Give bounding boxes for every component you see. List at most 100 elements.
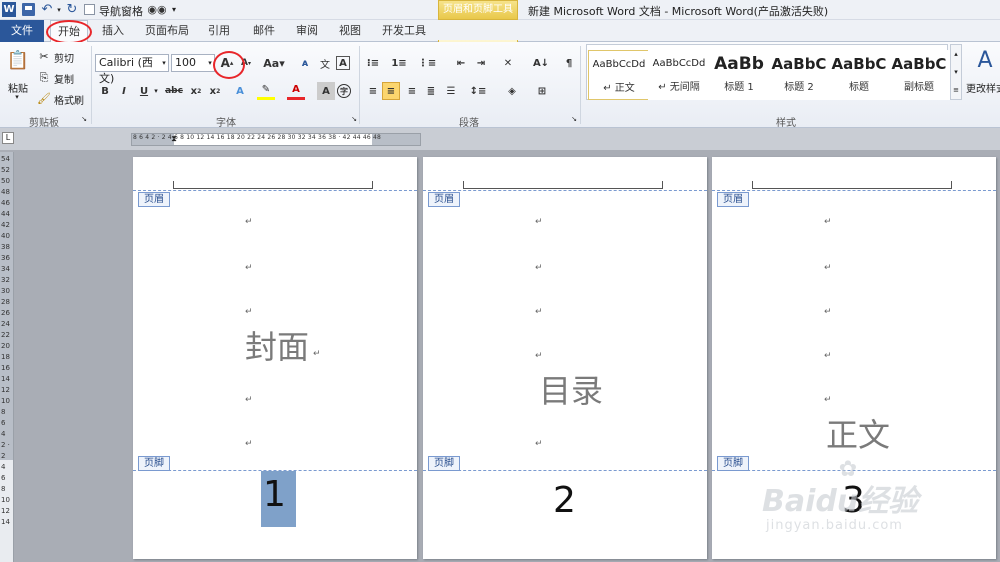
style-heading-2[interactable]: AaBbC 标题 2 bbox=[768, 50, 830, 100]
change-styles-icon[interactable]: A bbox=[972, 46, 998, 76]
copy-icon[interactable]: ⎘ bbox=[38, 71, 50, 83]
style-subtitle[interactable]: AaBbC 副标题 bbox=[888, 50, 950, 100]
tab-page-layout[interactable]: 页面布局 bbox=[145, 20, 189, 42]
undo-icon[interactable]: ↶ bbox=[40, 2, 54, 17]
style-normal[interactable]: AaBbCcDd ↵ 正文 bbox=[588, 50, 650, 100]
char-border-icon[interactable]: A bbox=[336, 56, 350, 70]
subscript-icon[interactable]: x2 bbox=[187, 82, 205, 100]
footer-tag[interactable]: 页脚 bbox=[428, 456, 460, 471]
undo-dropdown-icon[interactable]: ▾ bbox=[55, 3, 63, 17]
separator bbox=[580, 46, 581, 124]
line-spacing-icon[interactable]: ↕≡ bbox=[469, 82, 487, 100]
header-tag[interactable]: 页眉 bbox=[717, 192, 749, 207]
justify-icon[interactable]: ≣ bbox=[422, 82, 440, 100]
format-painter-icon[interactable]: 🖌 bbox=[37, 92, 51, 104]
tab-insert[interactable]: 插入 bbox=[102, 20, 124, 42]
footer-boundary bbox=[423, 470, 707, 471]
chinese-layout-icon[interactable]: ✕ bbox=[499, 54, 517, 72]
style-preview: AaBbC bbox=[771, 55, 827, 73]
shading-icon[interactable]: ◈ bbox=[503, 82, 521, 100]
paragraph-mark: ↵ bbox=[245, 217, 253, 227]
font-launcher-icon[interactable]: ↘ bbox=[350, 115, 358, 123]
cover-text[interactable]: 封面 bbox=[245, 331, 309, 363]
superscript-icon[interactable]: x2 bbox=[206, 82, 224, 100]
page-number[interactable]: 2 bbox=[553, 483, 576, 519]
footer-tag[interactable]: 页脚 bbox=[717, 456, 749, 471]
tab-file[interactable]: 文件 bbox=[0, 20, 44, 42]
text-effects-icon[interactable]: A bbox=[231, 82, 249, 100]
change-styles-label[interactable]: 更改样式 bbox=[966, 80, 1000, 95]
font-name-combo[interactable]: Calibri (西文) bbox=[95, 54, 169, 85]
align-left-icon[interactable]: ≡ bbox=[364, 82, 382, 100]
bold-icon[interactable]: B bbox=[96, 82, 114, 100]
increase-indent-icon[interactable]: ⇥ bbox=[472, 54, 490, 72]
word-app-icon[interactable]: W bbox=[2, 2, 16, 17]
tab-developer[interactable]: 开发工具 bbox=[382, 20, 426, 42]
font-name-dropdown-icon[interactable]: ▾ bbox=[160, 58, 168, 68]
header-line bbox=[752, 181, 952, 189]
format-painter-label[interactable]: 格式刷 bbox=[54, 92, 84, 107]
header-tag[interactable]: 页眉 bbox=[138, 192, 170, 207]
binoculars-icon[interactable]: ◉◉ bbox=[147, 2, 166, 17]
style-label: ↵ 无间隔 bbox=[658, 82, 700, 93]
nav-pane-checkbox[interactable] bbox=[84, 4, 95, 15]
paragraph-launcher-icon[interactable]: ↘ bbox=[570, 115, 578, 123]
style-preview: AaBbC bbox=[831, 55, 887, 73]
style-preview: AaBbC bbox=[891, 55, 947, 73]
borders-icon[interactable]: ⊞ bbox=[533, 82, 551, 100]
style-no-spacing[interactable]: AaBbCcDd ↵ 无间隔 bbox=[648, 50, 710, 100]
vertical-ruler[interactable]: 54 52 50 48 46 44 42 40 38 36 34 32 30 2… bbox=[0, 152, 14, 562]
tab-selector-icon[interactable]: L bbox=[2, 132, 14, 144]
tab-mailings[interactable]: 邮件 bbox=[253, 20, 275, 42]
style-label: 标题 bbox=[849, 82, 869, 93]
change-case-icon[interactable]: Aa▾ bbox=[262, 54, 286, 72]
page-number-selected[interactable]: 1 bbox=[261, 471, 296, 527]
header-line bbox=[173, 181, 373, 189]
phonetic-guide-icon[interactable]: 文 bbox=[316, 54, 334, 72]
header-tag[interactable]: 页眉 bbox=[428, 192, 460, 207]
underline-dropdown-icon[interactable]: ▾ bbox=[152, 86, 160, 96]
paste-icon[interactable]: 📋 bbox=[6, 46, 30, 76]
qat-customize-icon[interactable]: ▾ bbox=[170, 3, 178, 17]
paste-dropdown-icon[interactable]: ▾ bbox=[12, 92, 22, 102]
cut-label[interactable]: 剪切 bbox=[54, 50, 74, 65]
align-center-icon[interactable]: ≡ bbox=[382, 82, 400, 100]
copy-label[interactable]: 复制 bbox=[54, 71, 74, 86]
italic-icon[interactable]: I bbox=[115, 82, 133, 100]
multilevel-list-icon[interactable]: ⋮≡ bbox=[418, 54, 436, 72]
paragraph-mark: ↵ bbox=[824, 263, 832, 273]
tab-review[interactable]: 审阅 bbox=[296, 20, 318, 42]
font-color-icon[interactable]: A bbox=[287, 82, 305, 100]
show-marks-icon[interactable]: ¶ bbox=[560, 54, 578, 72]
distribute-icon[interactable]: ☰ bbox=[442, 82, 460, 100]
redo-icon[interactable]: ↻ bbox=[66, 2, 78, 17]
clipboard-launcher-icon[interactable]: ↘ bbox=[80, 115, 88, 123]
style-title[interactable]: AaBbC 标题 bbox=[828, 50, 890, 100]
decrease-indent-icon[interactable]: ⇤ bbox=[452, 54, 470, 72]
char-shading-icon[interactable]: A bbox=[317, 82, 335, 100]
enclose-char-icon[interactable]: 字 bbox=[337, 84, 351, 98]
sort-icon[interactable]: A↓ bbox=[532, 54, 550, 72]
align-right-icon[interactable]: ≡ bbox=[403, 82, 421, 100]
paragraph-mark: ↵ bbox=[535, 351, 543, 361]
tab-references[interactable]: 引用 bbox=[208, 20, 230, 42]
save-icon[interactable] bbox=[22, 3, 35, 16]
tab-view[interactable]: 视图 bbox=[339, 20, 361, 42]
underline-icon[interactable]: U bbox=[135, 82, 153, 100]
page-cover[interactable]: 页眉 ↵ ↵ ↵ 封面 ↵ ↵ ↵ 页脚 1 bbox=[133, 157, 417, 559]
highlight-color-icon[interactable]: ✎ bbox=[257, 82, 275, 100]
footer-tag[interactable]: 页脚 bbox=[138, 456, 170, 471]
numbering-icon[interactable]: 1≡ bbox=[390, 54, 408, 72]
indent-marker-icon[interactable]: ⧗ bbox=[170, 131, 178, 147]
body-text[interactable]: 正文 bbox=[826, 419, 890, 451]
clear-format-icon[interactable]: ᴀ bbox=[296, 54, 314, 72]
strikethrough-icon[interactable]: abc bbox=[164, 82, 184, 100]
toc-text[interactable]: 目录 bbox=[539, 375, 603, 407]
cut-icon[interactable]: ✂ bbox=[38, 50, 50, 62]
style-label: 标题 2 bbox=[784, 82, 814, 93]
style-heading-1[interactable]: AaBb 标题 1 bbox=[708, 50, 770, 100]
styles-scroll[interactable]: ▴ ▾ ≡ bbox=[950, 44, 962, 100]
header-boundary bbox=[712, 190, 996, 191]
page-toc[interactable]: 页眉 ↵ ↵ ↵ ↵ 目录 ↵ 页脚 2 bbox=[423, 157, 707, 559]
bullets-icon[interactable]: ⁝≡ bbox=[364, 54, 382, 72]
